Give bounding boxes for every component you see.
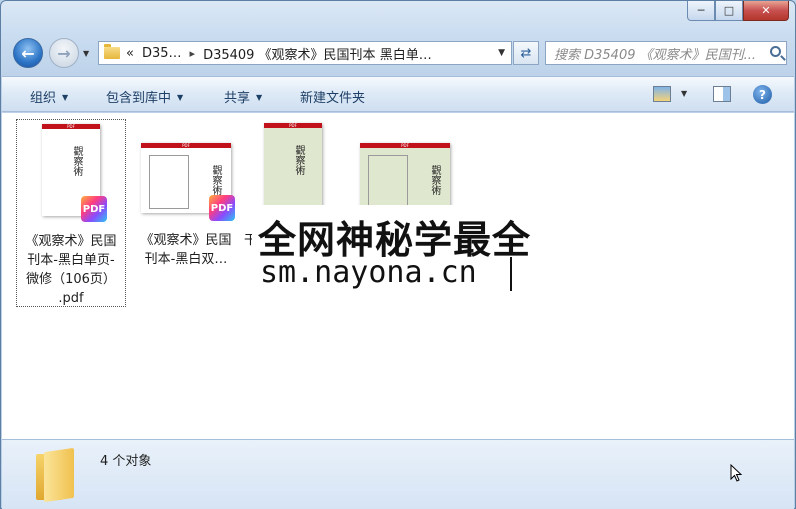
share-button[interactable]: 共享 ▼ <box>224 87 262 106</box>
thumbnail-panel <box>368 155 408 209</box>
search-icon[interactable] <box>770 46 781 57</box>
include-in-library-button[interactable]: 包含到库中 ▼ <box>106 87 183 106</box>
chevron-down-icon: ▼ <box>256 93 263 102</box>
file-name-line: 刊本-黑白单页- <box>27 253 115 268</box>
search-input[interactable]: 搜索 D35409 《观察术》民国刊... <box>545 41 787 65</box>
watermark-overlay: 全网神秘学最全 sm.nayona.cn <box>252 205 552 301</box>
thumbnail-glyphs: 觀察術 <box>210 165 221 195</box>
file-name-line: 《观察术》民国 <box>25 234 117 249</box>
thumbnail-header: PDF <box>42 124 100 129</box>
back-button[interactable]: ← <box>13 38 43 68</box>
refresh-button[interactable]: ⇄ <box>513 41 539 65</box>
pdf-icon: PDF <box>209 195 235 221</box>
thumbnail-header: PDF <box>141 143 231 148</box>
caption-buttons: ─ □ ✕ <box>687 1 789 21</box>
thumbnail-glyphs: 觀察術 <box>71 146 82 176</box>
breadcrumb-item-current[interactable]: D35409 《观察术》民国刊本 黑白单… <box>203 44 432 63</box>
thumbnail-header: PDF <box>360 143 450 148</box>
file-item[interactable]: PDF 觀察術 PDF 《观察术》民国 刊本-黑白单页- 微修（106页） .p… <box>16 119 126 307</box>
text-caret <box>510 257 512 291</box>
file-name: 《观察术》民国 刊本-黑白双… <box>131 231 241 269</box>
view-options-dropdown-icon[interactable]: ▼ <box>681 89 687 98</box>
close-button[interactable]: ✕ <box>743 1 789 21</box>
breadcrumb-separator-icon[interactable]: ▸ <box>190 47 196 60</box>
folder-icon <box>104 44 120 59</box>
file-name: 《观察术》民国 刊本-黑白单页- 微修（106页） .pdf <box>17 232 125 308</box>
pdf-icon: PDF <box>81 196 107 222</box>
file-name-line: 《观察术》民国 <box>140 233 232 248</box>
details-pane: 4 个对象 <box>2 439 794 509</box>
breadcrumb-overflow[interactable]: « <box>126 46 134 61</box>
change-view-icon[interactable] <box>653 86 671 102</box>
new-folder-button[interactable]: 新建文件夹 <box>300 87 365 106</box>
breadcrumb-item-parent[interactable]: D35… <box>142 46 182 61</box>
address-bar[interactable]: « D35… ▸ D35409 《观察术》民国刊本 黑白单… ▼ <box>98 41 512 65</box>
help-icon[interactable]: ? <box>753 85 772 104</box>
thumbnail-panel <box>149 155 189 209</box>
chevron-down-icon: ▼ <box>177 93 184 102</box>
organize-label: 组织 <box>30 91 57 106</box>
item-count-status: 4 个对象 <box>100 454 152 469</box>
explorer-window: ─ □ ✕ ← → ▼ « D35… ▸ D35409 《观察术》民国刊本 黑白… <box>0 0 796 509</box>
forward-button[interactable]: → <box>49 38 79 68</box>
share-label: 共享 <box>224 91 251 106</box>
pdf-thumbnail: PDF 觀察術 <box>264 123 322 215</box>
recent-pages-dropdown-icon[interactable]: ▼ <box>83 49 89 58</box>
address-dropdown-icon[interactable]: ▼ <box>498 48 505 58</box>
include-in-library-label: 包含到库中 <box>106 91 172 106</box>
preview-pane-icon[interactable] <box>713 86 731 102</box>
minimize-button[interactable]: ─ <box>687 1 715 21</box>
thumbnail-header: PDF <box>264 123 322 128</box>
thumbnail-glyphs: 觀察術 <box>429 165 440 195</box>
file-item[interactable]: PDF 觀察術 PDF 《观察术》民国 刊本-黑白双… <box>131 119 241 307</box>
navigation-bar: ← → ▼ « D35… ▸ D35409 《观察术》民国刊本 黑白单… ▼ ⇄… <box>1 35 795 73</box>
command-bar: 组织 ▼ 包含到库中 ▼ 共享 ▼ 新建文件夹 ▼ ? <box>2 76 794 112</box>
file-name-line: .pdf <box>58 291 84 306</box>
folder-icon <box>36 447 76 503</box>
search-placeholder: 搜索 D35409 《观察术》民国刊... <box>554 47 757 63</box>
organize-button[interactable]: 组织 ▼ <box>30 87 68 106</box>
watermark-url: sm.nayona.cn <box>260 255 477 290</box>
thumbnail-glyphs: 觀察術 <box>293 145 304 175</box>
file-name-line: 刊本-黑白双… <box>144 252 228 267</box>
file-name-line: 微修（106页） <box>26 272 116 287</box>
pdf-thumbnail: PDF 觀察術 <box>360 143 450 213</box>
maximize-button[interactable]: □ <box>715 1 743 21</box>
chevron-down-icon: ▼ <box>62 93 69 102</box>
file-list[interactable]: PDF 觀察術 PDF 《观察术》民国 刊本-黑白单页- 微修（106页） .p… <box>2 113 794 439</box>
mouse-cursor-icon <box>730 464 742 482</box>
